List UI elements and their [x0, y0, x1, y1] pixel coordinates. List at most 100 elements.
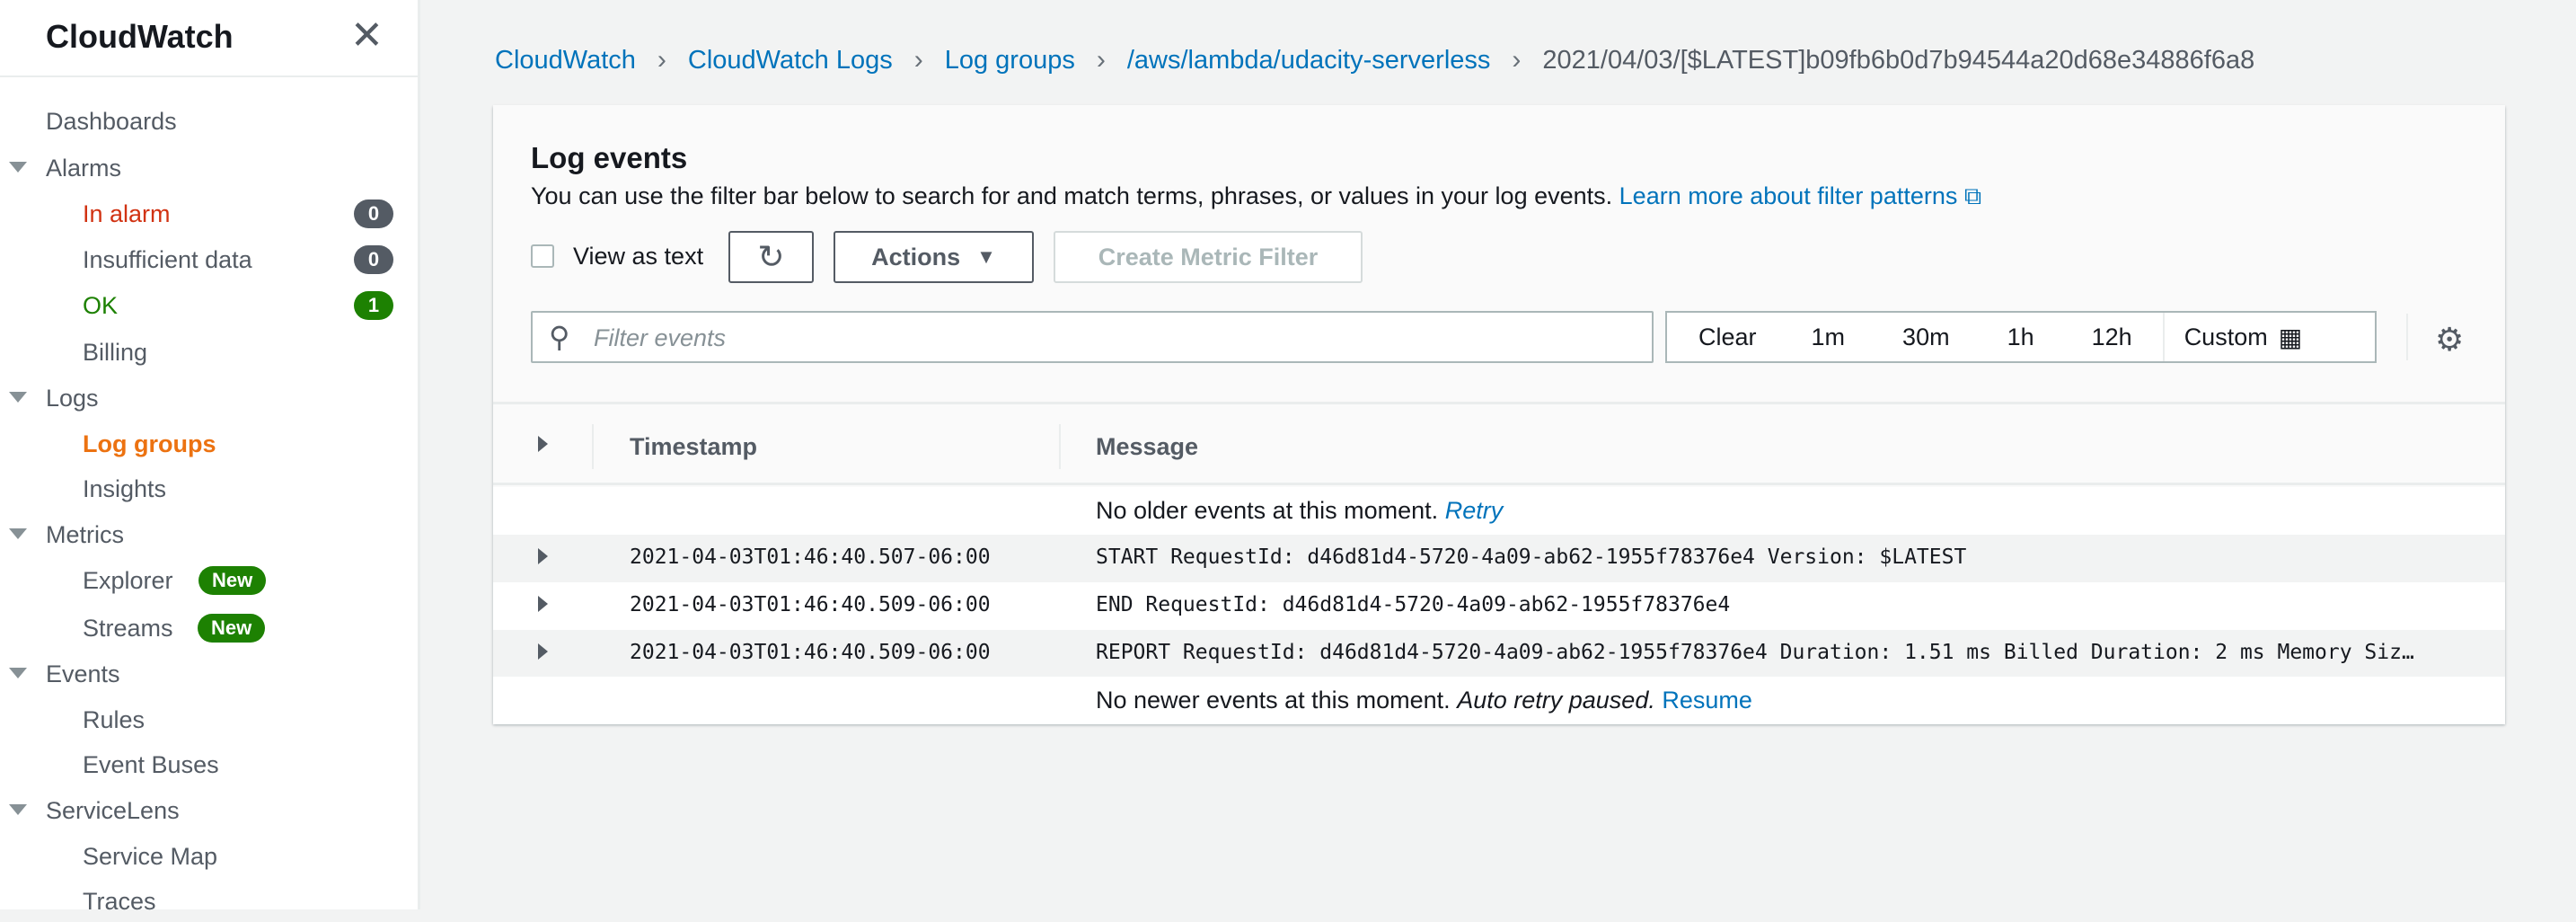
panel-title: Log events	[531, 141, 688, 174]
label: Billing	[83, 338, 148, 366]
count-badge: 0	[354, 199, 393, 228]
label: Dashboards	[46, 107, 177, 135]
label: Insights	[83, 474, 167, 502]
sidebar-item-rules[interactable]: Rules	[0, 699, 418, 740]
sidebar-item-insights[interactable]: Insights	[0, 468, 418, 510]
column-message[interactable]: Message	[1096, 433, 1198, 461]
label: Alarms	[46, 154, 122, 182]
time-1h[interactable]: 1h	[2007, 324, 2034, 351]
label: In alarm	[83, 199, 171, 227]
chevron-right-icon: ›	[1096, 45, 1106, 75]
sidebar-item-billing[interactable]: Billing	[0, 332, 418, 373]
sidebar-item-servicelens[interactable]: ServiceLens	[0, 790, 418, 831]
label: Logs	[46, 384, 99, 412]
expand-all-icon[interactable]	[538, 436, 548, 452]
sidebar-item-event-buses[interactable]: Event Buses	[0, 744, 418, 785]
no-newer-text: No newer events at this moment. Auto ret…	[1096, 687, 1752, 714]
time-clear[interactable]: Clear	[1698, 324, 1757, 351]
time-12h[interactable]: 12h	[2092, 324, 2132, 351]
breadcrumb-log-group[interactable]: /aws/lambda/udacity-serverless	[1127, 46, 1491, 75]
sidebar-item-service-map[interactable]: Service Map	[0, 836, 418, 877]
caret-down-icon[interactable]	[9, 528, 27, 539]
sidebar-item-logs[interactable]: Logs	[0, 377, 418, 419]
table-row[interactable]: 2021-04-03T01:46:40.509-06:00 REPORT Requ…	[493, 630, 2505, 678]
breadcrumb-cloudwatch-logs[interactable]: CloudWatch Logs	[688, 46, 893, 75]
label: Log groups	[83, 430, 216, 457]
column-timestamp[interactable]: Timestamp	[630, 433, 757, 461]
refresh-button[interactable]: ↻	[728, 231, 814, 283]
sidebar-item-traces[interactable]: Traces	[0, 881, 418, 922]
sidebar-item-ok[interactable]: OK 1	[0, 285, 418, 326]
label: Explorer	[83, 566, 173, 594]
retry-link[interactable]: Retry	[1445, 497, 1504, 524]
breadcrumb-current: 2021/04/03/[$LATEST]b09fb6b0d7b94544a20d…	[1542, 45, 2255, 75]
no-newer-row: No newer events at this moment. Auto ret…	[493, 677, 2505, 724]
chevron-right-icon: ›	[1512, 45, 1522, 75]
label: OK	[83, 291, 119, 319]
no-older-text: No older events at this moment. Retry	[1096, 497, 1503, 525]
label: Rules	[83, 705, 146, 733]
auto-retry-text: Auto retry paused.	[1457, 687, 1655, 714]
time-range-selector: Clear 1m 30m 1h 12h Custom ▦	[1665, 311, 2377, 363]
label: Event Buses	[83, 750, 219, 778]
table-row[interactable]: 2021-04-03T01:46:40.509-06:00 END Request…	[493, 582, 2505, 630]
sidebar-item-alarms[interactable]: Alarms	[0, 147, 418, 189]
refresh-icon: ↻	[757, 238, 785, 275]
learn-more-link[interactable]: Learn more about filter patterns ⧉	[1619, 182, 1982, 209]
time-custom[interactable]: Custom ▦	[2162, 313, 2302, 361]
row-timestamp: 2021-04-03T01:46:40.509-06:00	[630, 641, 991, 664]
divider	[0, 75, 418, 77]
filter-placeholder: Filter events	[594, 324, 727, 351]
sidebar-item-metrics[interactable]: Metrics	[0, 514, 418, 555]
column-divider	[1059, 424, 1061, 469]
label: ServiceLens	[46, 796, 180, 824]
breadcrumb-cloudwatch[interactable]: CloudWatch	[495, 46, 636, 75]
time-1m[interactable]: 1m	[1812, 324, 1846, 351]
description-text: You can use the filter bar below to sear…	[531, 182, 1613, 209]
new-badge: New	[198, 614, 266, 643]
sidebar-item-log-groups[interactable]: Log groups	[0, 423, 418, 465]
label: Streams	[83, 614, 173, 642]
new-badge: New	[198, 566, 267, 595]
count-badge: 0	[354, 245, 393, 274]
external-link-icon: ⧉	[1963, 182, 1982, 209]
divider	[2406, 314, 2408, 360]
column-divider	[592, 424, 594, 469]
actions-label: Actions	[871, 243, 961, 270]
sidebar-item-explorer[interactable]: Explorer New	[0, 560, 418, 601]
breadcrumb-log-groups[interactable]: Log groups	[945, 46, 1075, 75]
sidebar-item-dashboards[interactable]: Dashboards	[0, 101, 418, 142]
sidebar-item-in-alarm[interactable]: In alarm 0	[0, 193, 418, 235]
status-text: No older events at this moment.	[1096, 497, 1439, 524]
sidebar-item-streams[interactable]: Streams New	[0, 607, 418, 649]
label: Metrics	[46, 520, 124, 548]
expand-row-icon[interactable]	[538, 643, 548, 660]
caret-down-icon[interactable]	[9, 668, 27, 678]
caret-down-icon[interactable]	[9, 162, 27, 173]
row-message: END RequestId: d46d81d4-5720-4a09-ab62-1…	[1096, 593, 1731, 616]
sidebar-item-insufficient-data[interactable]: Insufficient data 0	[0, 239, 418, 280]
view-as-text-label[interactable]: View as text	[573, 243, 703, 270]
time-30m[interactable]: 30m	[1902, 324, 1950, 351]
sidebar-item-events[interactable]: Events	[0, 653, 418, 695]
count-badge: 1	[354, 291, 393, 320]
chevron-right-icon: ›	[913, 45, 923, 75]
gear-icon[interactable]: ⚙	[2435, 321, 2464, 359]
actions-button[interactable]: Actions ▼	[834, 231, 1034, 283]
expand-row-icon[interactable]	[538, 548, 548, 564]
caret-down-icon[interactable]	[9, 804, 27, 815]
status-text: No newer events at this moment.	[1096, 687, 1451, 714]
create-metric-filter-button[interactable]: Create Metric Filter	[1054, 231, 1363, 283]
search-icon: ⚲	[549, 321, 570, 353]
caret-down-icon[interactable]	[9, 392, 27, 403]
sidebar-title: CloudWatch	[46, 18, 234, 55]
expand-row-icon[interactable]	[538, 596, 548, 612]
table-row[interactable]: 2021-04-03T01:46:40.507-06:00 START Reque…	[493, 535, 2505, 582]
resume-link[interactable]: Resume	[1662, 687, 1752, 714]
filter-events-input[interactable]: ⚲ Filter events	[531, 311, 1654, 363]
close-icon[interactable]: ✕	[350, 13, 384, 58]
row-timestamp: 2021-04-03T01:46:40.509-06:00	[630, 593, 991, 616]
view-as-text-checkbox[interactable]	[531, 244, 554, 268]
row-timestamp: 2021-04-03T01:46:40.507-06:00	[630, 545, 991, 569]
label: Events	[46, 660, 120, 687]
